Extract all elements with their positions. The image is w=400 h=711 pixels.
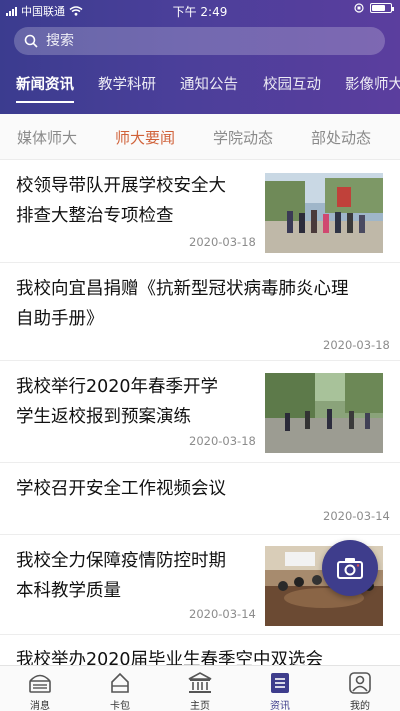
news-title-line: 我校举行2020年春季开学 bbox=[16, 377, 219, 397]
tab-teaching-research[interactable]: 教学科研 bbox=[98, 73, 156, 94]
subtab-college-news[interactable]: 学院动态 bbox=[213, 127, 273, 148]
search-bar[interactable] bbox=[14, 27, 385, 55]
status-bar: 中国联通 下午 2:49 bbox=[0, 0, 400, 20]
nav-label: 消息 bbox=[30, 701, 50, 711]
news-date: 2020-03-14 bbox=[189, 607, 256, 621]
nav-item-news[interactable]: 资讯 bbox=[240, 666, 320, 711]
search-icon bbox=[24, 34, 38, 48]
news-title: 校领导带队开展学校安全大 排查大整治专项检查 bbox=[16, 171, 226, 231]
sub-tabs: 媒体师大 师大要闻 学院动态 部处动态 bbox=[0, 114, 400, 160]
news-date: 2020-03-18 bbox=[189, 235, 256, 249]
news-thumbnail-campus-inspection[interactable] bbox=[265, 173, 383, 253]
subtab-headlines[interactable]: 师大要闻 bbox=[115, 127, 175, 148]
news-title-line: 我校举办2020届毕业生春季空中双选会 bbox=[16, 650, 324, 665]
news-title-line: 我校向宜昌捐赠《抗新型冠状病毒肺炎心理 bbox=[16, 279, 349, 299]
status-right bbox=[354, 3, 394, 13]
home-building-icon bbox=[188, 672, 212, 693]
news-date: 2020-03-14 bbox=[323, 509, 390, 523]
message-icon bbox=[29, 674, 51, 693]
news-title: 学校召开安全工作视频会议 bbox=[16, 474, 226, 504]
nav-item-messages[interactable]: 消息 bbox=[0, 666, 80, 711]
list-item[interactable]: 我校举行2020年春季开学 学生返校报到预案演练 2020-03-18 bbox=[0, 361, 400, 463]
tab-image-gallery[interactable]: 影像师大 bbox=[345, 73, 400, 94]
top-tabs: 新闻资讯 教学科研 通知公告 校园互动 影像师大 bbox=[0, 70, 400, 106]
news-title-line: 学生返校报到预案演练 bbox=[16, 407, 191, 427]
news-title-line: 校领导带队开展学校安全大 bbox=[16, 176, 226, 196]
news-title: 我校举办2020届毕业生春季空中双选会 bbox=[16, 645, 323, 665]
orientation-lock-icon bbox=[354, 3, 364, 13]
active-tab-indicator bbox=[16, 101, 74, 103]
card-wallet-icon bbox=[111, 672, 129, 693]
camera-button[interactable] bbox=[322, 540, 378, 596]
status-time: 下午 2:49 bbox=[172, 5, 228, 19]
list-item[interactable]: 我校向宜昌捐赠《抗新型冠状病毒肺炎心理 自助手册》 2020-03-18 bbox=[0, 263, 400, 361]
subtab-department-news[interactable]: 部处动态 bbox=[311, 127, 371, 148]
news-title: 我校举行2020年春季开学 学生返校报到预案演练 bbox=[16, 372, 218, 432]
tab-notices[interactable]: 通知公告 bbox=[180, 73, 238, 94]
list-item[interactable]: 我校举办2020届毕业生春季空中双选会 bbox=[0, 635, 400, 665]
nav-label: 主页 bbox=[190, 701, 210, 711]
list-item[interactable]: 学校召开安全工作视频会议 2020-03-14 bbox=[0, 463, 400, 535]
news-thumbnail-return-drill[interactable] bbox=[265, 373, 383, 453]
news-title-line: 我校全力保障疫情防控时期 bbox=[16, 551, 226, 571]
news-icon bbox=[271, 673, 289, 693]
nav-item-card-wallet[interactable]: 卡包 bbox=[80, 666, 160, 711]
news-date: 2020-03-18 bbox=[189, 434, 256, 448]
nav-label: 资讯 bbox=[270, 701, 290, 711]
subtab-media[interactable]: 媒体师大 bbox=[17, 127, 77, 148]
battery-fill bbox=[372, 5, 385, 11]
nav-item-home[interactable]: 主页 bbox=[160, 666, 240, 711]
nav-item-profile[interactable]: 我的 bbox=[320, 666, 400, 711]
search-input[interactable] bbox=[46, 33, 346, 49]
news-title-line: 学校召开安全工作视频会议 bbox=[16, 479, 226, 499]
battery-icon bbox=[370, 3, 394, 13]
profile-icon bbox=[349, 672, 371, 694]
nav-label: 卡包 bbox=[110, 701, 130, 711]
nav-label: 我的 bbox=[350, 701, 370, 711]
news-date: 2020-03-18 bbox=[323, 338, 390, 352]
tab-news[interactable]: 新闻资讯 bbox=[16, 73, 74, 94]
news-title-line: 本科教学质量 bbox=[16, 581, 121, 601]
list-item[interactable]: 校领导带队开展学校安全大 排查大整治专项检查 2020-03-18 bbox=[0, 160, 400, 263]
camera-icon bbox=[337, 558, 363, 579]
header: 中国联通 下午 2:49 新闻资讯 教学科研 通知公告 bbox=[0, 0, 400, 114]
news-title: 我校向宜昌捐赠《抗新型冠状病毒肺炎心理 自助手册》 bbox=[16, 274, 349, 334]
news-title-line: 自助手册》 bbox=[16, 309, 104, 329]
news-title: 我校全力保障疫情防控时期 本科教学质量 bbox=[16, 546, 226, 606]
tab-campus-interaction[interactable]: 校园互动 bbox=[263, 73, 321, 94]
bottom-nav: 消息 卡包 主页 资讯 我的 bbox=[0, 665, 400, 711]
news-title-line: 排查大整治专项检查 bbox=[16, 206, 174, 226]
